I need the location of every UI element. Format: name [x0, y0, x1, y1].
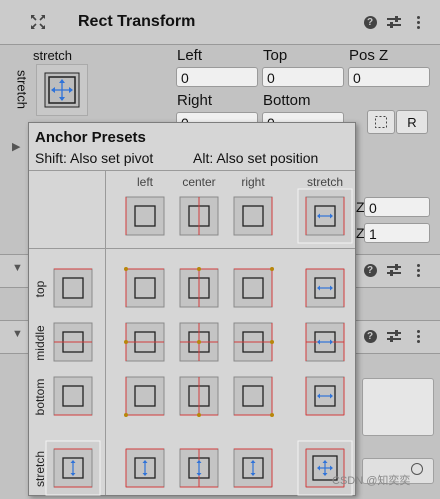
blueprint-mode-button[interactable]	[367, 110, 395, 134]
z2-field[interactable]: 1	[364, 223, 430, 243]
preset-bottom-stretch[interactable]	[305, 376, 345, 416]
preset-none-stretch[interactable]	[297, 188, 353, 244]
preset-top-center[interactable]	[179, 267, 219, 308]
posz-label: Pos Z	[349, 47, 389, 64]
move-handle-icon[interactable]	[30, 14, 46, 35]
preset-top-none[interactable]	[53, 268, 93, 308]
preset-icon[interactable]	[386, 14, 402, 30]
anchor-preset-button[interactable]	[36, 64, 88, 116]
preset-stretch-center[interactable]	[179, 448, 219, 488]
preset-bottom-none[interactable]	[53, 376, 93, 416]
anchor-mode-label: stretch	[33, 48, 73, 63]
component-title: Rect Transform	[78, 13, 196, 30]
text-area-field[interactable]	[362, 378, 434, 436]
top-label: Top	[263, 47, 288, 64]
anchor-mode-vertical-label: stretch	[14, 69, 30, 109]
stretch-stretch-anchor-icon	[44, 72, 80, 108]
dashed-rect-icon	[375, 116, 387, 128]
preset-middle-right[interactable]	[233, 322, 274, 362]
preset-bottom-left[interactable]	[124, 376, 165, 417]
bottom-label: Bottom	[263, 92, 311, 109]
help-icon[interactable]: ?	[362, 14, 378, 30]
anchor-preset-grid	[45, 188, 353, 496]
preset-bottom-center[interactable]	[179, 376, 219, 417]
help-icon-2[interactable]: ?	[362, 262, 378, 278]
preset-icon-2[interactable]	[386, 262, 402, 278]
right-label: Right	[177, 92, 213, 109]
top-field[interactable]: 0	[262, 67, 344, 87]
raw-edit-button[interactable]: R	[396, 110, 428, 134]
preset-icon-3[interactable]	[386, 328, 402, 344]
fold-arrow-icon-3[interactable]: ▼	[12, 328, 23, 340]
preset-stretch-none[interactable]	[45, 440, 101, 496]
more-options-icon-3[interactable]	[410, 328, 426, 344]
preset-stretch-left[interactable]	[125, 448, 165, 488]
preset-none-left[interactable]	[125, 196, 165, 236]
preset-top-right[interactable]	[233, 267, 274, 308]
watermark: CSDN @知奕奕	[332, 475, 411, 487]
preset-middle-stretch[interactable]	[305, 322, 345, 362]
object-picker-icon[interactable]	[411, 463, 423, 475]
preset-stretch-right[interactable]	[233, 448, 273, 488]
posz-field[interactable]: 0	[348, 67, 430, 87]
help-icon-3[interactable]: ?	[362, 328, 378, 344]
preset-none-center[interactable]	[179, 196, 219, 236]
preset-middle-left[interactable]	[124, 322, 165, 362]
preset-bottom-right[interactable]	[233, 376, 274, 417]
preset-top-left[interactable]	[124, 267, 165, 308]
preset-middle-none[interactable]	[53, 322, 93, 362]
more-options-icon-2[interactable]	[410, 262, 426, 278]
left-label: Left	[177, 47, 203, 64]
preset-middle-center[interactable]	[179, 322, 219, 362]
fold-arrow-icon-2[interactable]: ▼	[12, 262, 23, 274]
preset-none-right[interactable]	[233, 196, 273, 236]
more-options-icon[interactable]	[410, 14, 426, 30]
z1-field[interactable]: 0	[364, 197, 430, 217]
preset-top-stretch[interactable]	[305, 268, 345, 308]
expand-arrow-icon[interactable]: ▶	[12, 140, 20, 153]
left-field[interactable]: 0	[176, 67, 258, 87]
